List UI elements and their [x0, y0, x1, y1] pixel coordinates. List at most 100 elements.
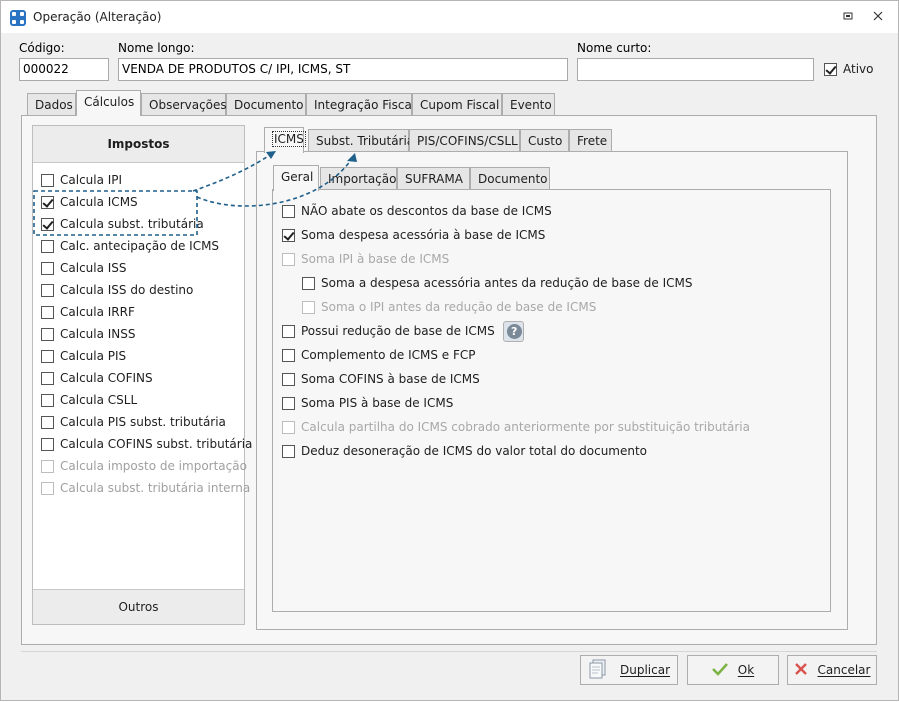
tab-custo[interactable]: Custo: [520, 129, 569, 152]
nome-curto-field[interactable]: [577, 58, 814, 81]
tab-suframa[interactable]: SUFRAMA: [397, 167, 470, 190]
duplicate-icon: [588, 659, 610, 682]
icms-option: Soma IPI à base de ICMS: [282, 250, 449, 268]
tab-geral[interactable]: Geral: [273, 165, 319, 191]
icms-option-checkbox[interactable]: [282, 444, 295, 458]
imposto-checkbox[interactable]: [41, 261, 54, 275]
imposto-item[interactable]: Calcula IPI: [41, 171, 122, 189]
nome-curto-label: Nome curto:: [577, 41, 652, 55]
icms-option[interactable]: Deduz desoneração de ICMS do valor total…: [282, 442, 647, 460]
icms-option-checkbox[interactable]: [282, 348, 295, 362]
icms-option-checkbox: [282, 420, 295, 434]
imposto-item[interactable]: Calcula PIS: [41, 347, 126, 365]
imposto-item[interactable]: Calcula ISS: [41, 259, 127, 277]
imposto-item[interactable]: Calcula subst. tributária: [41, 215, 204, 233]
imposto-label: Calcula INSS: [60, 327, 136, 341]
imposto-item: Calcula subst. tributária interna: [41, 479, 250, 497]
codigo-field[interactable]: 000022: [19, 58, 109, 81]
tab-calculos[interactable]: Cálculos: [76, 90, 141, 116]
imposto-item[interactable]: Calcula COFINS subst. tributária: [41, 435, 252, 453]
tab-integracao-fiscal[interactable]: Integração Fiscal: [306, 93, 415, 116]
icms-option-label: Soma despesa acessória à base de ICMS: [301, 228, 546, 242]
imposto-label: Calcula ISS: [60, 261, 127, 275]
restore-icon[interactable]: [837, 7, 859, 27]
window-title: Operação (Alteração): [33, 10, 162, 24]
imposto-checkbox[interactable]: [41, 327, 54, 341]
nome-longo-label: Nome longo:: [118, 41, 195, 55]
imposto-checkbox[interactable]: [41, 415, 54, 429]
icms-option[interactable]: Complemento de ICMS e FCP: [282, 346, 476, 364]
icms-option[interactable]: Soma COFINS à base de ICMS: [282, 370, 480, 388]
outros-button[interactable]: Outros: [33, 589, 244, 624]
icms-option-label: Calcula partilha do ICMS cobrado anterio…: [301, 420, 750, 434]
icms-option-label: Soma o IPI antes da redução de base de I…: [321, 300, 597, 314]
icms-option-checkbox[interactable]: [302, 276, 315, 290]
imposto-checkbox[interactable]: [41, 283, 54, 297]
imposto-item[interactable]: Calcula PIS subst. tributária: [41, 413, 226, 431]
dialog-window: Operação (Alteração) Código: 000022 Nome…: [0, 0, 899, 701]
tab-documento[interactable]: Documento: [226, 93, 306, 116]
nome-longo-field[interactable]: VENDA DE PRODUTOS C/ IPI, ICMS, ST: [118, 58, 568, 81]
tab-subst-tributaria[interactable]: Subst. Tributária: [308, 129, 414, 152]
icms-option[interactable]: Soma a despesa acessória antes da reduçã…: [302, 274, 693, 292]
imposto-checkbox[interactable]: [41, 393, 54, 407]
imposto-checkbox[interactable]: [41, 173, 54, 187]
tab-evento[interactable]: Evento: [502, 93, 555, 116]
imposto-label: Calcula IPI: [60, 173, 123, 187]
icms-option-checkbox[interactable]: [282, 324, 295, 338]
imposto-checkbox[interactable]: [41, 371, 54, 385]
ativo-label: Ativo: [843, 62, 874, 76]
duplicar-button[interactable]: Duplicar: [580, 655, 678, 685]
imposto-item[interactable]: Calcula INSS: [41, 325, 136, 343]
icms-option: Calcula partilha do ICMS cobrado anterio…: [282, 418, 750, 436]
imposto-checkbox[interactable]: [41, 239, 54, 253]
imposto-item[interactable]: Calcula ICMS: [41, 193, 138, 211]
codigo-label: Código:: [19, 41, 65, 55]
icms-option[interactable]: Soma PIS à base de ICMS: [282, 394, 453, 412]
ok-button[interactable]: Ok: [687, 655, 779, 685]
imposto-checkbox: [41, 481, 54, 495]
icms-option-checkbox[interactable]: [282, 396, 295, 410]
app-icon: [10, 10, 26, 26]
icms-option-label: NÃO abate os descontos da base de ICMS: [301, 204, 552, 218]
x-icon: [794, 662, 808, 679]
tab-frete[interactable]: Frete: [569, 129, 612, 152]
imposto-item[interactable]: Calc. antecipação de ICMS: [41, 237, 219, 255]
duplicar-label: Duplicar: [619, 663, 670, 677]
icms-option-label: Deduz desoneração de ICMS do valor total…: [301, 444, 648, 458]
icms-option-label: Possui redução de base de ICMS: [301, 324, 495, 338]
imposto-checkbox[interactable]: [41, 217, 54, 231]
ativo-checkbox[interactable]: Ativo: [824, 62, 873, 76]
icms-option-checkbox[interactable]: [282, 228, 295, 242]
tab-dados[interactable]: Dados: [27, 93, 76, 116]
icms-option-label: Soma COFINS à base de ICMS: [301, 372, 480, 386]
check-icon: [711, 662, 728, 679]
imposto-checkbox[interactable]: [41, 349, 54, 363]
imposto-checkbox[interactable]: [41, 437, 54, 451]
tab-documento-icms[interactable]: Documento: [470, 167, 550, 190]
cancelar-button[interactable]: Cancelar: [787, 655, 877, 685]
ativo-check-box[interactable]: [824, 62, 837, 76]
close-icon[interactable]: [867, 7, 889, 27]
imposto-item[interactable]: Calcula ISS do destino: [41, 281, 193, 299]
icms-option-checkbox[interactable]: [282, 372, 295, 386]
icms-option[interactable]: Possui redução de base de ICMS: [282, 320, 524, 342]
help-icon[interactable]: [502, 320, 524, 342]
imposto-label: Calcula imposto de importação: [60, 459, 247, 473]
tab-observacoes[interactable]: Observações: [141, 93, 227, 116]
imposto-item[interactable]: Calcula IRRF: [41, 303, 135, 321]
tab-pis-cofins-csll[interactable]: PIS/COFINS/CSLL: [409, 129, 520, 152]
icms-option-checkbox[interactable]: [282, 204, 295, 218]
tab-icms[interactable]: ICMS: [264, 127, 306, 153]
imposto-label: Calcula ISS do destino: [60, 283, 194, 297]
imposto-checkbox[interactable]: [41, 305, 54, 319]
title-bar: Operação (Alteração): [1, 1, 898, 33]
tab-cupom-fiscal[interactable]: Cupom Fiscal: [412, 93, 502, 116]
imposto-label: Calcula PIS subst. tributária: [60, 415, 226, 429]
tab-importacao[interactable]: Importação: [320, 167, 397, 190]
imposto-checkbox[interactable]: [41, 195, 54, 209]
imposto-item[interactable]: Calcula CSLL: [41, 391, 137, 409]
imposto-item[interactable]: Calcula COFINS: [41, 369, 153, 387]
icms-option[interactable]: Soma despesa acessória à base de ICMS: [282, 226, 545, 244]
icms-option[interactable]: NÃO abate os descontos da base de ICMS: [282, 202, 552, 220]
